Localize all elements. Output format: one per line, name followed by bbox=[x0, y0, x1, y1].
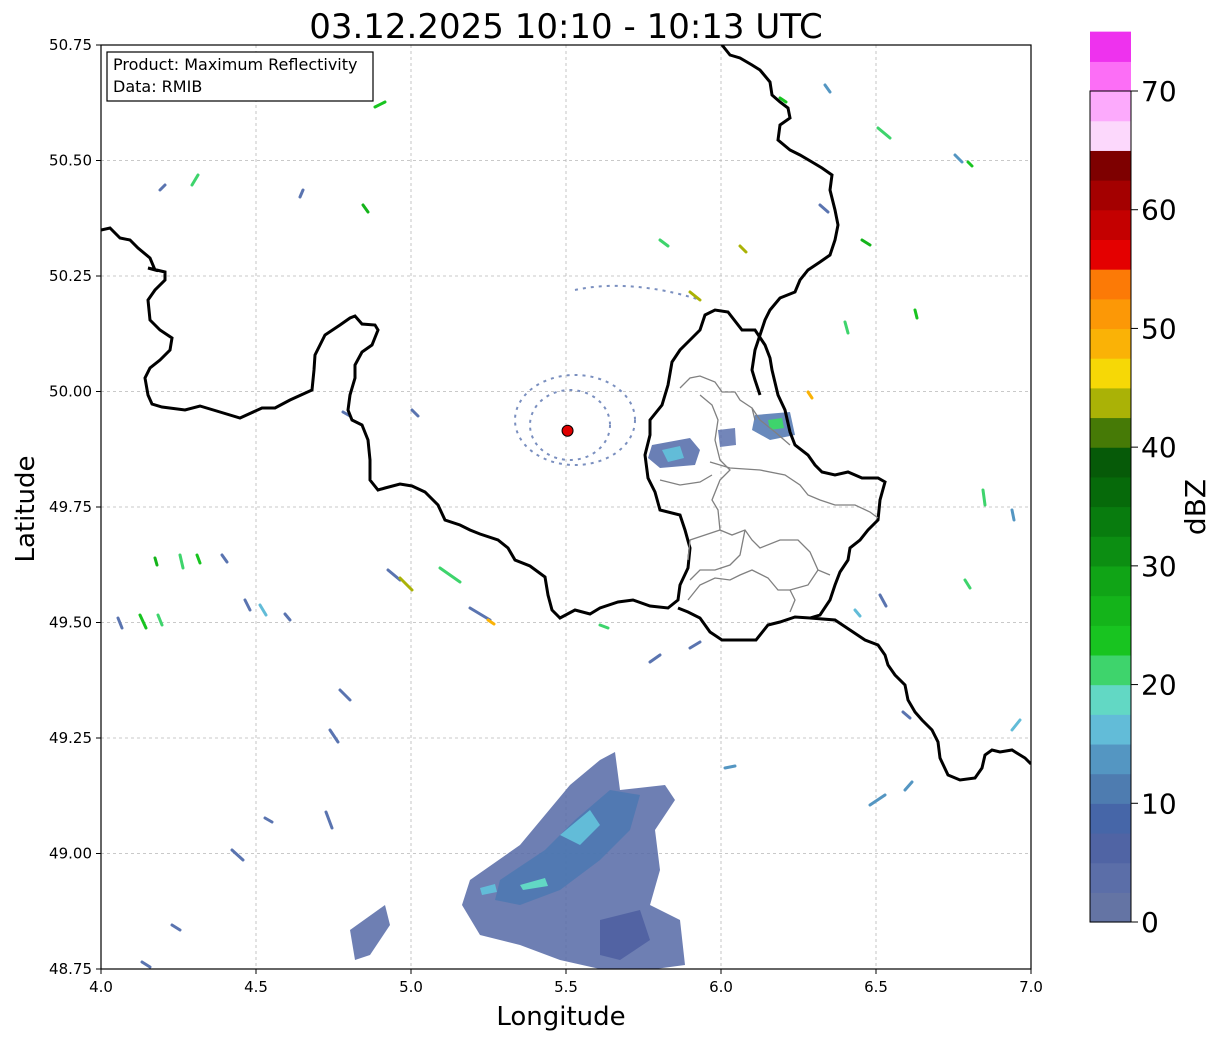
colorbar-segment bbox=[1090, 61, 1131, 92]
colorbar-segment bbox=[1090, 684, 1131, 715]
colorbar-segment bbox=[1090, 832, 1131, 864]
colorbar-segment bbox=[1090, 476, 1131, 508]
colorbar-segment bbox=[1090, 803, 1131, 834]
data-source-text: Data: RMIB bbox=[113, 77, 202, 96]
colorbar-ticks: 0 10 20 30 40 50 60 70 bbox=[1131, 75, 1177, 939]
colorbar-segment bbox=[1090, 120, 1131, 151]
colorbar-tick-label: 20 bbox=[1141, 669, 1177, 702]
colorbar-segment bbox=[1090, 595, 1131, 626]
colorbar-segment bbox=[1090, 31, 1131, 62]
y-tick-label: 49.00 bbox=[49, 845, 92, 863]
colorbar-segment bbox=[1090, 358, 1131, 389]
y-tick-label: 49.50 bbox=[49, 614, 92, 632]
colorbar-segment bbox=[1090, 536, 1131, 567]
y-tick-label: 50.50 bbox=[49, 152, 92, 170]
colorbar-segment bbox=[1090, 180, 1131, 211]
y-tick-label: 50.00 bbox=[49, 383, 92, 401]
colorbar-segment bbox=[1090, 447, 1131, 478]
colorbar-segment bbox=[1090, 269, 1131, 300]
colorbar-segment bbox=[1090, 239, 1131, 270]
x-axis-ticks: 4.0 4.5 5.0 5.5 6.0 6.5 7.0 bbox=[89, 969, 1043, 996]
colorbar-segment bbox=[1090, 150, 1131, 181]
colorbar-segment bbox=[1090, 506, 1131, 537]
colorbar-segment bbox=[1090, 625, 1131, 656]
product-info-box: Product: Maximum Reflectivity Data: RMIB bbox=[106, 51, 374, 102]
radar-site-marker bbox=[561, 424, 574, 437]
x-tick-label: 5.0 bbox=[399, 978, 423, 996]
x-tick-label: 4.5 bbox=[244, 978, 268, 996]
colorbar-tick-label: 60 bbox=[1141, 194, 1177, 227]
colorbar-tick-label: 50 bbox=[1141, 312, 1177, 345]
y-axis-label: Latitude bbox=[11, 455, 41, 562]
colorbar-tick-label: 30 bbox=[1141, 550, 1177, 583]
x-tick-label: 6.5 bbox=[864, 978, 888, 996]
y-tick-label: 49.75 bbox=[49, 498, 92, 516]
colorbar-tick-label: 10 bbox=[1141, 787, 1177, 820]
colorbar-segment bbox=[1090, 91, 1131, 122]
x-tick-label: 4.0 bbox=[89, 978, 113, 996]
colorbar-segment bbox=[1090, 743, 1131, 775]
colorbar-segment bbox=[1090, 298, 1131, 330]
colorbar-segments bbox=[1090, 31, 1131, 923]
colorbar-segment bbox=[1090, 387, 1131, 419]
colorbar-segment bbox=[1090, 209, 1131, 240]
colorbar-segment bbox=[1090, 892, 1131, 923]
x-axis-label: Longitude bbox=[496, 1002, 625, 1032]
y-tick-label: 49.25 bbox=[49, 729, 92, 747]
y-tick-label: 50.25 bbox=[49, 267, 92, 285]
colorbar-segment bbox=[1090, 328, 1131, 359]
colorbar-tick-label: 0 bbox=[1141, 906, 1159, 939]
colorbar-segment bbox=[1090, 862, 1131, 893]
colorbar-segment bbox=[1090, 654, 1131, 686]
map-title: 03.12.2025 10:10 - 10:13 UTC bbox=[309, 7, 823, 47]
x-tick-label: 7.0 bbox=[1019, 978, 1043, 996]
colorbar-segment bbox=[1090, 565, 1131, 597]
radar-map-figure: 03.12.2025 10:10 - 10:13 UTC 4.0 4.5 5.0… bbox=[11, 7, 1212, 1032]
x-tick-label: 5.5 bbox=[554, 978, 578, 996]
colorbar-tick-label: 40 bbox=[1141, 431, 1177, 464]
y-tick-label: 48.75 bbox=[49, 960, 92, 978]
colorbar-tick-label: 70 bbox=[1141, 75, 1177, 108]
product-text: Product: Maximum Reflectivity bbox=[113, 55, 357, 74]
colorbar-segment bbox=[1090, 714, 1131, 745]
colorbar-segment bbox=[1090, 773, 1131, 804]
colorbar: 0 10 20 30 40 50 60 70 dBZ bbox=[1089, 31, 1212, 939]
y-tick-label: 50.75 bbox=[49, 36, 92, 54]
y-axis-ticks: 48.75 49.00 49.25 49.50 49.75 50.00 50.25 50.50… bbox=[49, 36, 101, 978]
x-tick-label: 6.0 bbox=[709, 978, 733, 996]
colorbar-label: dBZ bbox=[1179, 479, 1212, 535]
colorbar-segment bbox=[1090, 417, 1131, 448]
